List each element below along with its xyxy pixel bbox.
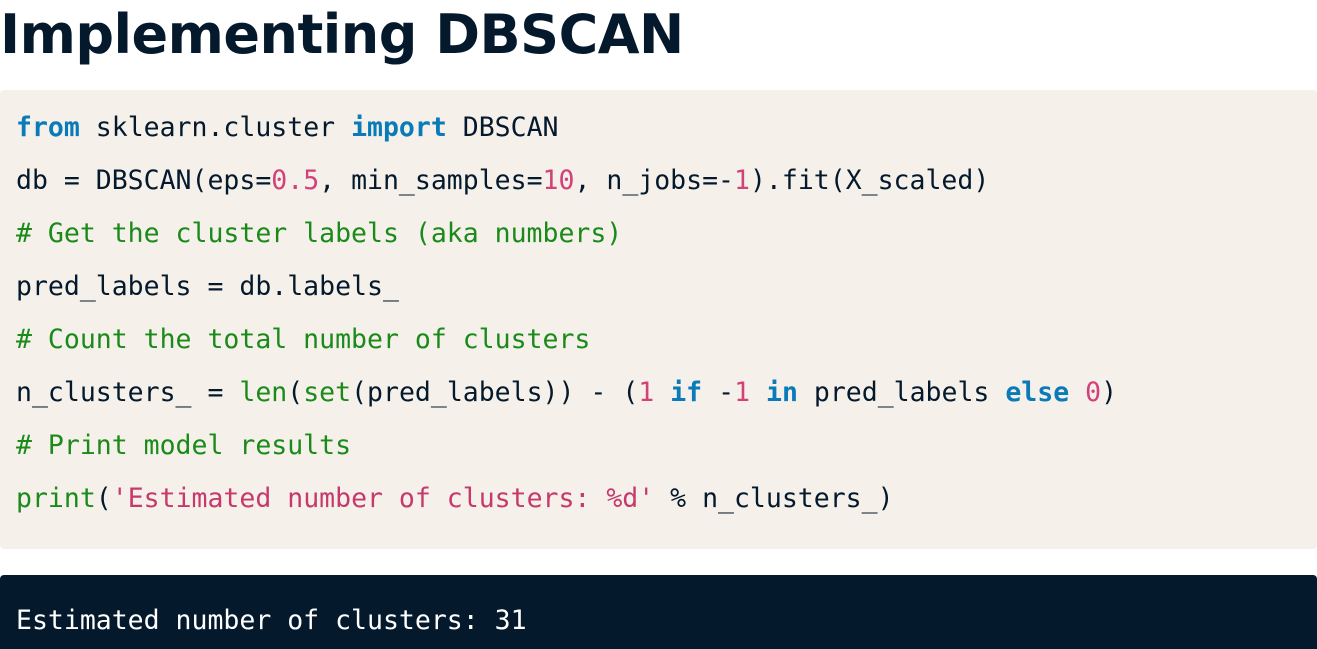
keyword-import: import: [351, 112, 447, 143]
builtin-set: set: [303, 377, 352, 408]
code-text: , min_samples=: [319, 165, 543, 196]
keyword-in: in: [766, 377, 798, 408]
number-literal: 1: [638, 377, 655, 408]
number-literal: 10: [542, 165, 575, 196]
string-literal: 'Estimated number of clusters: %d': [111, 483, 655, 514]
output-text: Estimated number of clusters: 31: [16, 605, 527, 636]
code-block: from sklearn.cluster import DBSCAN db = …: [0, 90, 1317, 549]
code-text: DBSCAN: [446, 112, 559, 143]
code-line-n-clusters: n_clusters_ = len(set(pred_labels)) - (1…: [16, 366, 1317, 419]
code-text: n_clusters_ =: [16, 377, 240, 408]
code-line-dbscan-fit: db = DBSCAN(eps=0.5, min_samples=10, n_j…: [16, 154, 1317, 207]
code-text: -: [702, 377, 735, 408]
code-text: db = DBSCAN(eps=: [16, 165, 272, 196]
output-block: Estimated number of clusters: 31: [0, 575, 1317, 649]
number-literal: 1: [734, 377, 751, 408]
builtin-len: len: [239, 377, 288, 408]
code-text: % n_clusters_): [654, 483, 894, 514]
number-literal: 1: [734, 165, 750, 196]
number-literal: 0.5: [271, 165, 320, 196]
slide: Implementing DBSCAN from sklearn.cluster…: [0, 0, 1317, 649]
code-line-pred-labels: pred_labels = db.labels_: [16, 271, 399, 302]
code-text: (: [95, 483, 112, 514]
code-text: sklearn.cluster: [79, 112, 352, 143]
code-comment: # Count the total number of clusters: [16, 324, 591, 355]
code-text: (: [287, 377, 304, 408]
code-text: ).fit(X_scaled): [749, 165, 990, 196]
code-text: ): [1101, 377, 1118, 408]
code-text: pred_labels: [797, 377, 1006, 408]
code-text: , n_jobs=-: [574, 165, 734, 196]
page-title: Implementing DBSCAN: [0, 3, 684, 66]
number-literal: 0: [1085, 377, 1102, 408]
keyword-from: from: [16, 112, 80, 143]
keyword-if: if: [670, 377, 703, 408]
code-line-print: print('Estimated number of clusters: %d'…: [16, 472, 1317, 525]
code-line-import: from sklearn.cluster import DBSCAN: [16, 101, 1317, 154]
code-comment: # Print model results: [16, 430, 352, 461]
keyword-else: else: [1005, 377, 1070, 408]
code-comment: # Get the cluster labels (aka numbers): [16, 218, 623, 249]
code-text: (pred_labels)) - (: [351, 377, 639, 408]
builtin-print: print: [16, 483, 96, 514]
